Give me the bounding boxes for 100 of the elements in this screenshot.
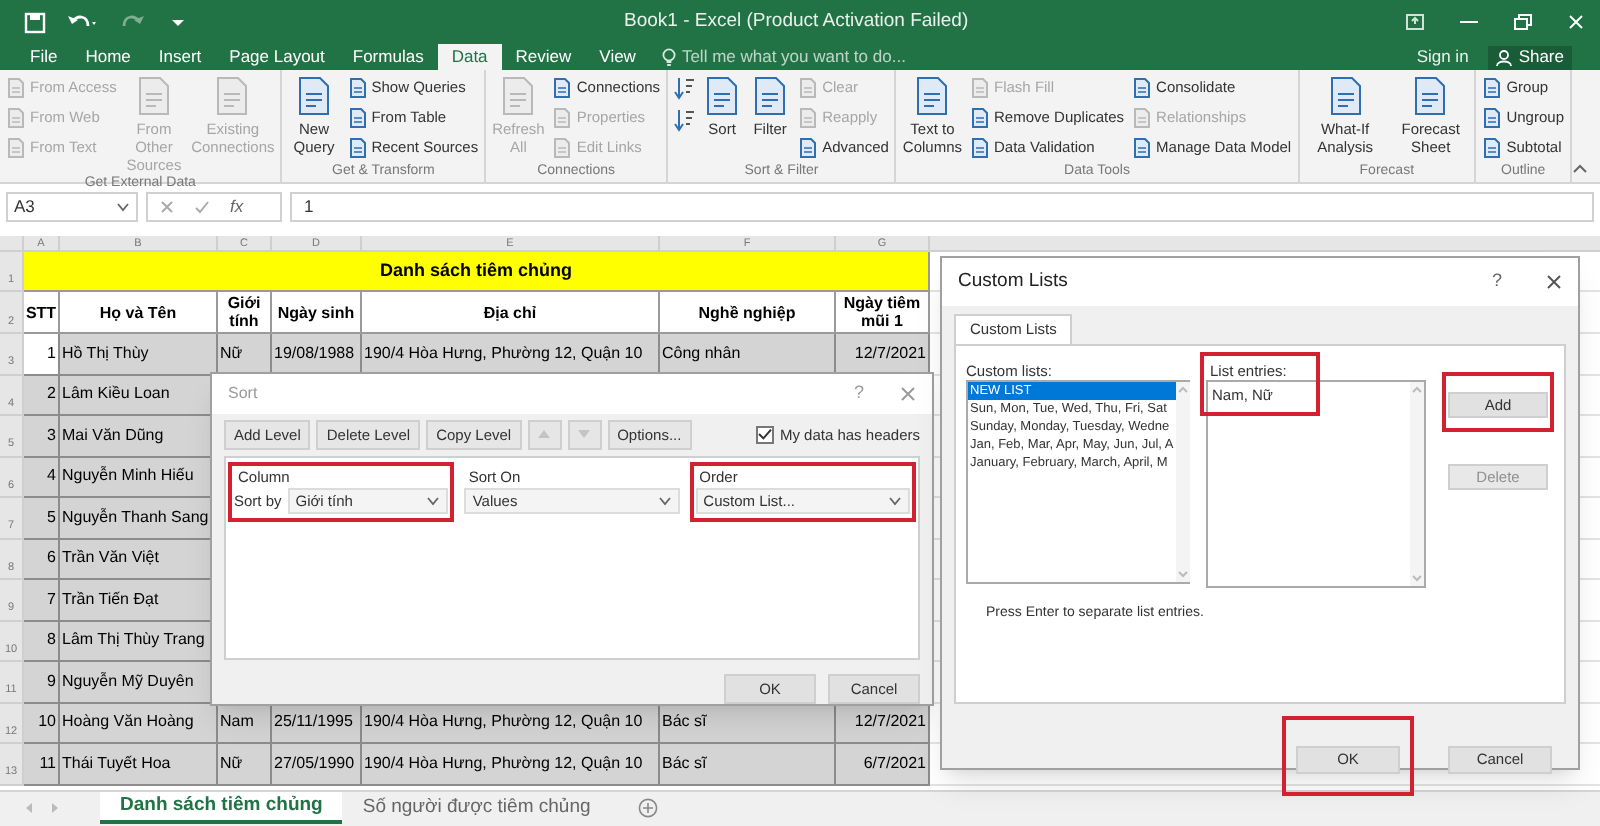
table-cell: 27/05/1990 — [272, 744, 362, 785]
document-icon — [212, 76, 253, 116]
table-cell: 190/4 Hòa Hưng, Phường 12, Quận 10 — [362, 334, 660, 375]
column-heading: Địa chỉ — [362, 292, 660, 334]
ribbon-tab[interactable]: Data — [437, 44, 502, 70]
column-heading: STT — [24, 292, 60, 334]
document-icon — [552, 77, 573, 97]
document-icon — [552, 107, 573, 127]
window-title: Book1 - Excel (Product Activation Failed) — [624, 7, 969, 36]
document-icon — [970, 137, 991, 157]
formula-field[interactable]: 1 — [290, 191, 1594, 221]
document-icon — [498, 76, 539, 116]
table-cell: Bác sĩ — [660, 703, 836, 744]
document-icon — [798, 107, 819, 127]
document-icon — [750, 76, 791, 116]
table-cell: 3 — [24, 416, 60, 457]
document-icon — [1482, 77, 1503, 97]
column-heading: Họ và Tên — [60, 292, 218, 334]
table-cell: 6 — [24, 539, 60, 580]
table-cell: 4 — [24, 457, 60, 498]
table-cell: Nữ — [218, 744, 272, 785]
table-cell: 25/11/1995 — [272, 703, 362, 744]
help-button[interactable]: ? — [1491, 268, 1502, 296]
document-icon — [1132, 77, 1153, 97]
table-cell: 190/4 Hòa Hưng, Phường 12, Quận 10 — [362, 703, 660, 744]
table-cell: Nữ — [218, 334, 272, 375]
ribbon-tab[interactable]: Home — [71, 44, 145, 70]
chevron-down-icon — [888, 496, 902, 507]
table-cell: 10 — [24, 703, 60, 744]
document-icon — [293, 76, 334, 116]
share-button[interactable]: Share — [1488, 45, 1572, 69]
column-heading: Nghề nghiệp — [660, 292, 836, 334]
chevron-down-icon — [116, 201, 130, 211]
table-cell: 12/7/2021 — [836, 334, 930, 375]
chevron-down-icon — [657, 496, 672, 507]
table-cell: 190/4 Hòa Hưng, Phường 12, Quận 10 — [362, 744, 660, 785]
document-icon — [1132, 107, 1153, 127]
table-cell: Nam — [218, 703, 272, 744]
document-icon — [912, 76, 953, 116]
ribbon-tab[interactable]: Formulas — [338, 44, 438, 70]
table-cell: Hồ Thị Thùy — [60, 334, 218, 375]
add-sheet-icon[interactable] — [638, 798, 659, 818]
name-box[interactable]: A3 — [6, 191, 138, 221]
formula-value: 1 — [304, 193, 314, 219]
document-icon — [1482, 107, 1503, 127]
sort-icon[interactable] — [674, 108, 695, 132]
chevron-down-icon — [426, 496, 441, 507]
checkmark-icon — [757, 428, 772, 441]
triangle-up-icon — [538, 430, 551, 439]
ribbon-tab[interactable]: Review — [501, 44, 586, 70]
sheet-tab[interactable]: Số người được tiêm chủng — [342, 792, 611, 824]
ribbon-tab[interactable]: Insert — [144, 44, 216, 70]
table-cell: 12/7/2021 — [836, 703, 930, 744]
document-icon — [347, 77, 368, 97]
document-icon — [970, 77, 991, 97]
table-cell: 6/7/2021 — [836, 744, 930, 785]
lightbulb-icon — [661, 48, 676, 66]
cell-reference: A3 — [14, 193, 35, 219]
table-cell: 19/08/1988 — [272, 334, 362, 375]
ribbon-tab[interactable]: File — [16, 44, 72, 70]
dialog-title: Sort — [228, 381, 258, 406]
document-icon — [133, 76, 174, 116]
document-icon — [702, 76, 743, 116]
document-icon — [347, 107, 368, 127]
restore-icon[interactable] — [1514, 14, 1532, 30]
insert-function-button[interactable]: fx — [230, 193, 244, 219]
ribbon-display-icon[interactable] — [1406, 14, 1424, 30]
table-cell: 11 — [24, 744, 60, 785]
document-icon — [798, 77, 819, 97]
ribbon-tab[interactable]: Page Layout — [215, 44, 339, 70]
document-icon — [1482, 137, 1503, 157]
table-cell: Hoàng Văn Hoàng — [60, 703, 218, 744]
customize-icon[interactable] — [170, 14, 186, 30]
document-icon — [1132, 137, 1153, 157]
sheet-tab[interactable]: Danh sách tiêm chủng — [100, 792, 343, 824]
document-icon — [6, 137, 26, 157]
ribbon-tab[interactable]: View — [585, 44, 650, 70]
check-icon[interactable] — [194, 199, 210, 213]
table-cell: 2 — [24, 375, 60, 416]
table-cell: Thái Tuyết Hoa — [60, 744, 218, 785]
sign-in-link[interactable]: Sign in — [1416, 44, 1469, 70]
column-heading: Ngày sinh — [272, 292, 362, 334]
document-icon — [347, 137, 368, 157]
checkbox[interactable] — [755, 425, 774, 444]
table-cell: Công nhân — [660, 334, 836, 375]
table-cell: 9 — [24, 662, 60, 703]
table-title: Danh sách tiêm chủng — [379, 257, 573, 284]
table-cell: Bác sĩ — [660, 744, 836, 785]
document-icon — [6, 107, 26, 127]
collapse-ribbon-icon[interactable] — [1572, 164, 1588, 174]
close-icon[interactable] — [1546, 274, 1562, 290]
triangle-down-icon — [578, 430, 591, 439]
column-heading: Ngày tiêm mũi 1 — [836, 292, 930, 334]
document-icon — [970, 107, 991, 127]
sort-icon[interactable] — [674, 76, 695, 100]
table-cell: 7 — [24, 580, 60, 621]
document-icon — [1325, 76, 1366, 116]
tell-me-field[interactable]: Tell me what you want to do... — [681, 44, 906, 70]
dialog-title: Custom Lists — [958, 267, 1068, 296]
save-icon[interactable] — [24, 11, 46, 33]
